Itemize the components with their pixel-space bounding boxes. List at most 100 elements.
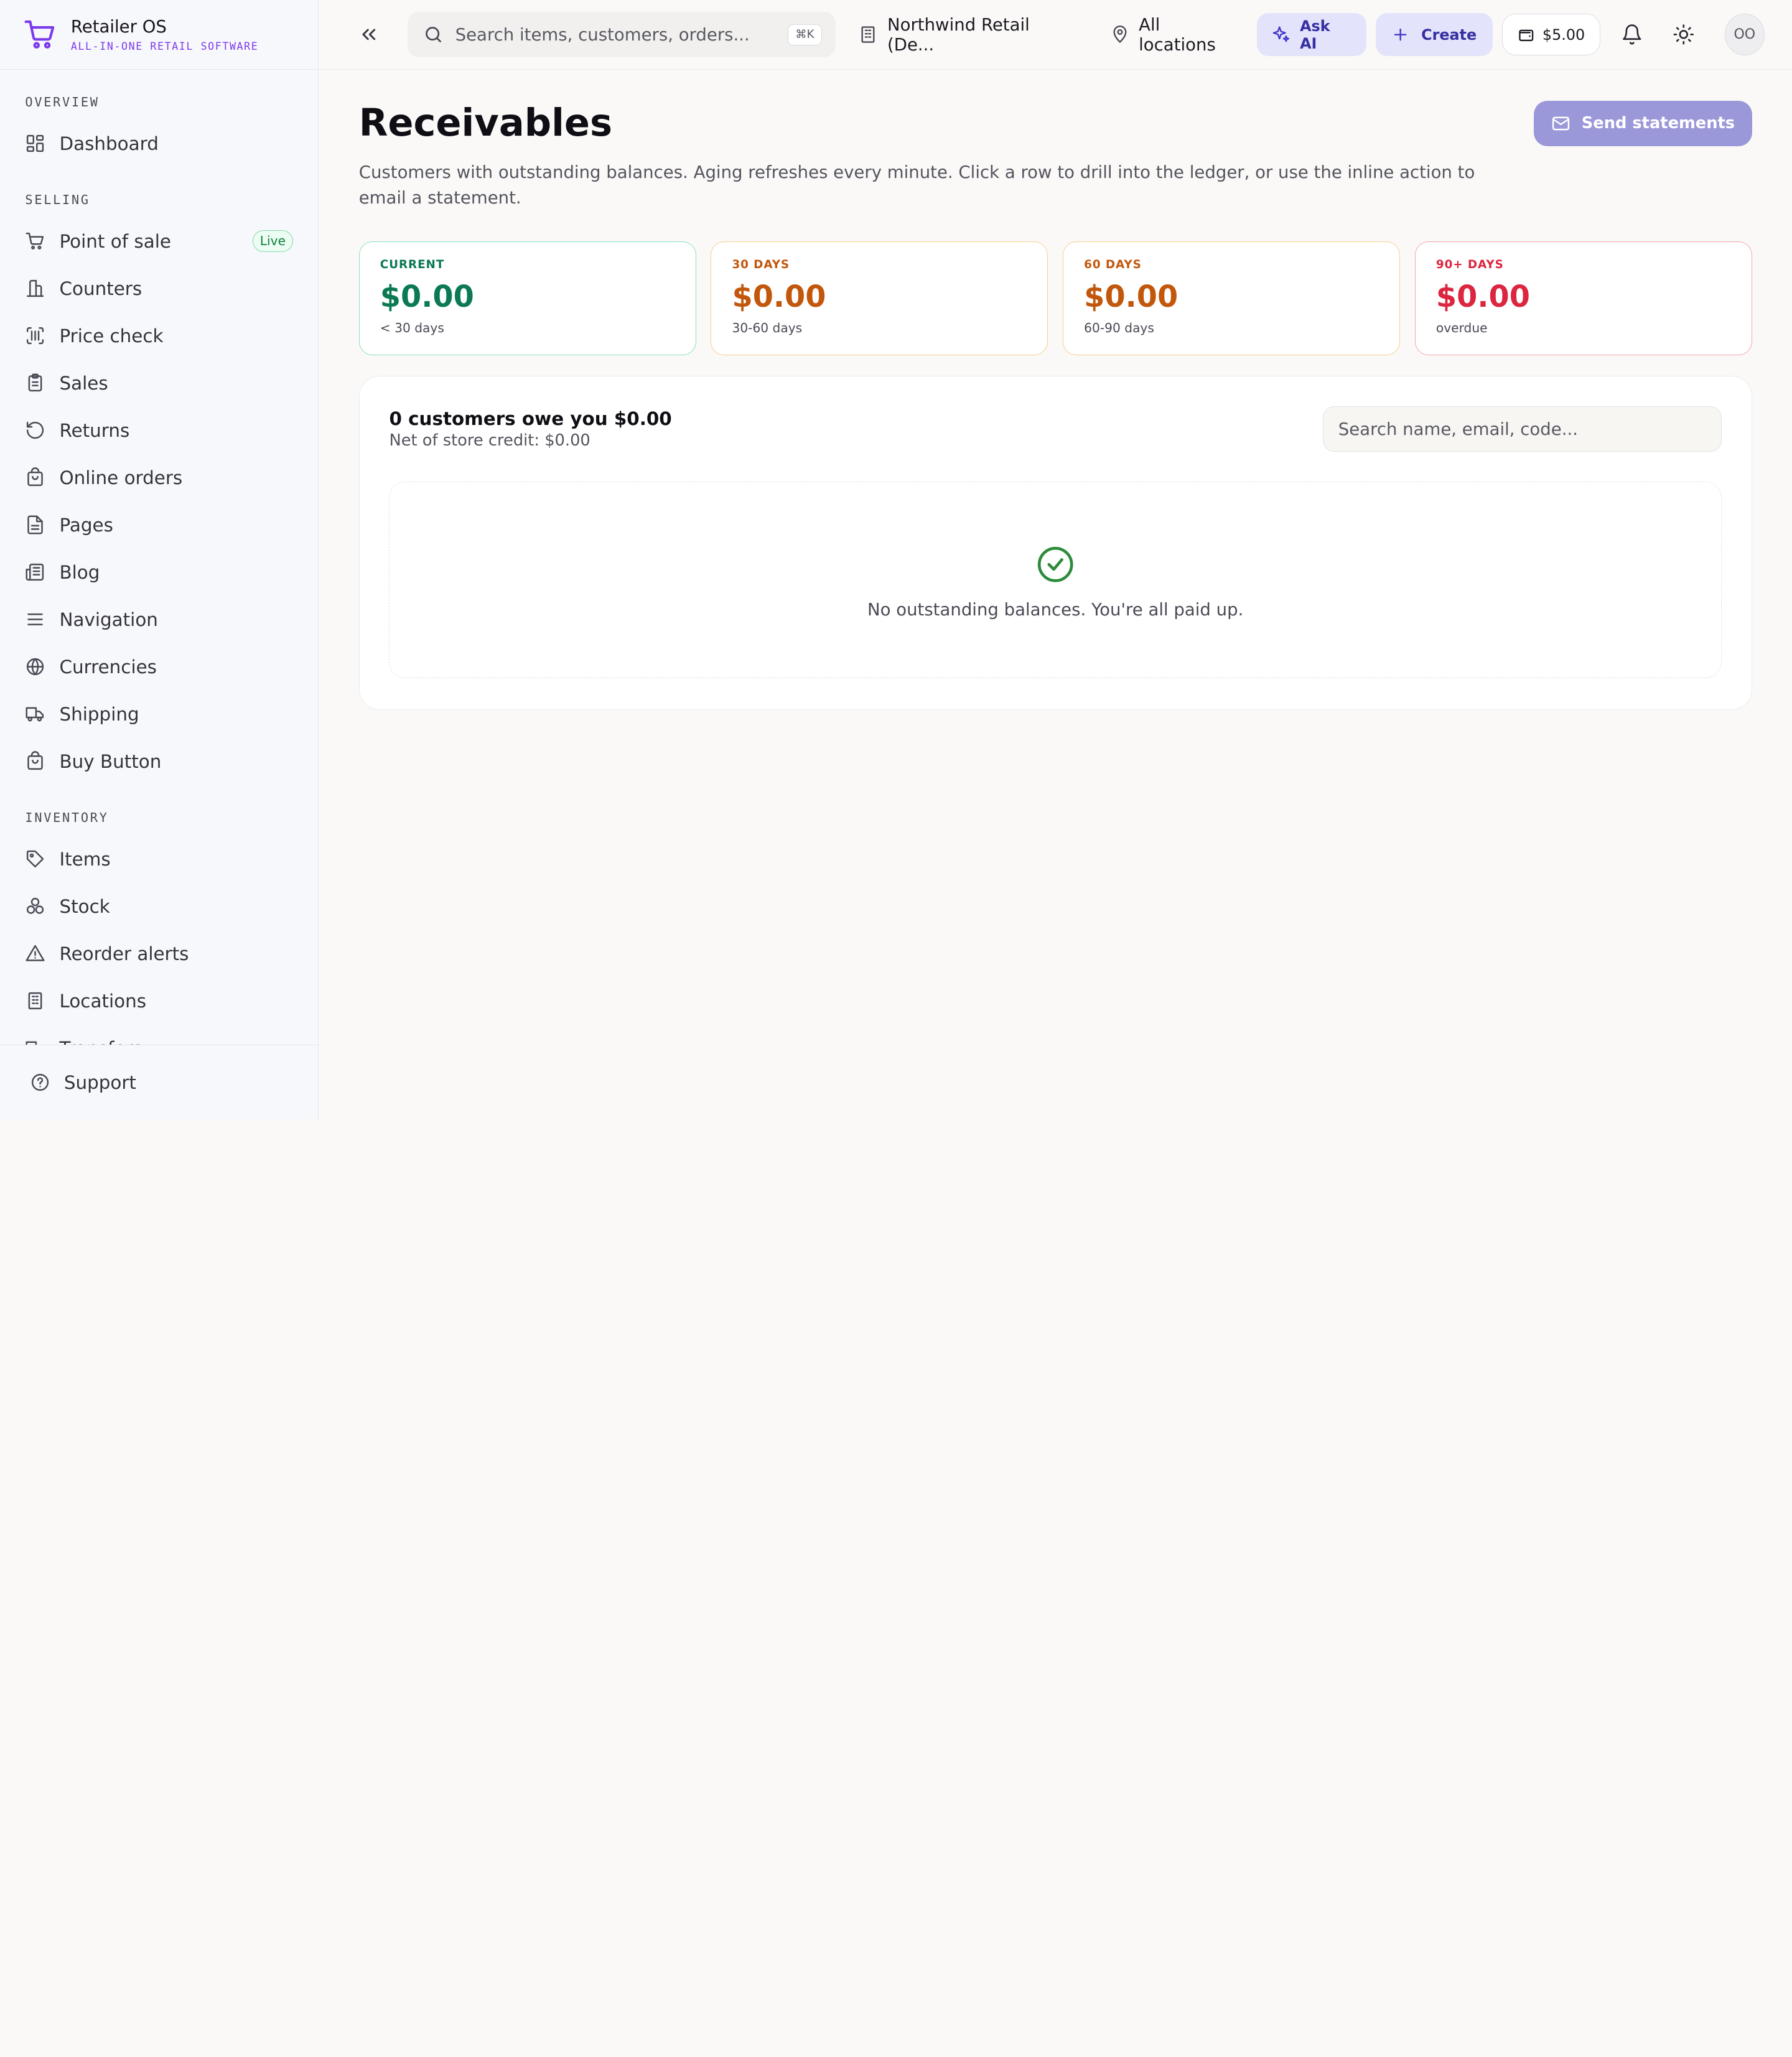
aging-card-value: $0.00 [732, 280, 826, 315]
sidebar-item-label: Shipping [59, 703, 139, 725]
aging-card-label: CURRENT [380, 258, 445, 272]
aging-card-value: $0.00 [1084, 280, 1178, 315]
receivables-page: Receivables Customers with outstanding b… [319, 70, 1792, 710]
sidebar-item-stock[interactable]: Stock [0, 883, 318, 930]
sidebar-item-label: Stock [59, 895, 110, 917]
check-circle-icon [1037, 546, 1073, 582]
aging-card-sub: overdue [1435, 320, 1488, 336]
sidebar-item-label: Point of sale [59, 230, 171, 252]
brand[interactable]: Retailer OS ALL-IN-ONE RETAIL SOFTWARE [0, 0, 319, 70]
send-statements-label: Send statements [1581, 114, 1735, 133]
bell-icon[interactable] [1621, 23, 1643, 46]
sidebar-item-transfers[interactable]: Transfers [0, 1025, 318, 1045]
aging-card-label: 60 DAYS [1084, 258, 1142, 272]
nav-section-selling: SELLING [25, 192, 90, 208]
sidebar-item-items[interactable]: Items [0, 836, 318, 883]
sidebar-item-currencies[interactable]: Currencies [0, 643, 318, 691]
nav-section-inventory: INVENTORY [25, 810, 109, 826]
wallet-balance-button[interactable]: $5.00 [1501, 14, 1601, 55]
org-switcher[interactable]: Northwind Retail (De... [858, 15, 1075, 55]
plus-icon [1394, 28, 1407, 41]
sidebar-item-sales[interactable]: Sales [0, 360, 318, 407]
global-search[interactable]: ⌘K [407, 11, 836, 58]
sidebar-item-label: Price check [59, 325, 164, 347]
customer-search-input[interactable] [1322, 406, 1722, 452]
sidebar-support[interactable]: Support [0, 1044, 319, 1120]
sidebar-nav[interactable]: OVERVIEW Dashboard SELLING Point of sale… [0, 70, 318, 1045]
sidebar-item-pages[interactable]: Pages [0, 501, 318, 549]
sidebar-item-buy-button[interactable]: Buy Button [0, 738, 318, 785]
sidebar-item-label: Items [59, 848, 111, 870]
location-switcher[interactable]: All locations [1110, 15, 1239, 55]
aging-card-90-plus-days[interactable]: 90+ DAYS $0.00 overdue [1414, 241, 1752, 356]
customers-panel: 0 customers owe you $0.00 Net of store c… [358, 376, 1752, 710]
nav-section-overview: OVERVIEW [25, 95, 100, 110]
mail-icon [1552, 116, 1570, 131]
search-icon [426, 27, 442, 42]
send-statements-button[interactable]: Send statements [1533, 100, 1752, 147]
sidebar-item-label: Sales [59, 372, 108, 394]
truck-icon [25, 1038, 45, 1045]
sidebar-item-online-orders[interactable]: Online orders [0, 454, 318, 501]
sidebar-item-label: Counters [59, 278, 142, 299]
cart-icon [25, 231, 45, 251]
sidebar-item-label: Currencies [59, 656, 157, 678]
newspaper-icon [25, 562, 45, 582]
aging-card-60-days[interactable]: 60 DAYS $0.00 60-90 days [1063, 241, 1400, 356]
sidebar-item-price-check[interactable]: Price check [0, 312, 318, 360]
sidebar-item-label: Online orders [59, 467, 183, 488]
bag-icon [25, 751, 45, 772]
aging-card-label: 30 DAYS [732, 258, 790, 272]
sidebar-item-blog[interactable]: Blog [0, 549, 318, 596]
sidebar-item-returns[interactable]: Returns [0, 407, 318, 454]
collapse-sidebar-icon[interactable] [358, 23, 380, 46]
sidebar-item-label: Blog [59, 561, 100, 583]
sidebar-item-dashboard[interactable]: Dashboard [0, 120, 318, 167]
avatar[interactable]: OO [1724, 14, 1765, 55]
app-root: Retailer OS ALL-IN-ONE RETAIL SOFTWARE O… [0, 0, 1792, 1120]
sidebar-item-counters[interactable]: Counters [0, 265, 318, 312]
aging-card-current[interactable]: CURRENT $0.00 < 30 days [358, 241, 696, 356]
create-label: Create [1421, 26, 1477, 44]
org-name: Northwind Retail (De... [887, 14, 1030, 55]
customers-owe-title: 0 customers owe you $0.00 [389, 408, 672, 429]
global-search-input[interactable] [455, 24, 788, 45]
ask-ai-label: Ask AI [1300, 17, 1330, 52]
sidebar-item-label: Locations [59, 990, 147, 1012]
cart-logo-icon [24, 20, 54, 49]
empty-state-message: No outstanding balances. You're all paid… [867, 599, 1244, 620]
store-credit-note: Net of store credit: $0.00 [389, 431, 590, 450]
create-button[interactable]: Create [1375, 12, 1493, 57]
map-pin-icon [1113, 26, 1127, 44]
sidebar-item-navigation[interactable]: Navigation [0, 596, 318, 643]
sidebar-item-label: Transfers [59, 1038, 293, 1045]
aging-card-value: $0.00 [380, 280, 474, 315]
tag-icon [25, 849, 45, 869]
theme-sun-icon[interactable] [1673, 23, 1695, 46]
help-icon [31, 1074, 49, 1091]
sidebar-item-point-of-sale[interactable]: Point of sale Live [0, 218, 318, 265]
sidebar-item-locations[interactable]: Locations [0, 977, 318, 1025]
aging-card-label: 90+ DAYS [1435, 258, 1504, 272]
aging-cards: CURRENT $0.00 < 30 days 30 DAYS $0.00 30… [358, 241, 1752, 356]
boxes-icon [25, 896, 45, 917]
returns-icon [25, 420, 45, 441]
ask-ai-button[interactable]: Ask AI [1257, 12, 1366, 57]
live-badge: Live [252, 230, 294, 253]
wallet-icon [1518, 29, 1533, 41]
menu-icon [25, 609, 45, 630]
aging-card-value: $0.00 [1435, 280, 1530, 315]
sidebar-item-shipping[interactable]: Shipping [0, 691, 318, 738]
page-description: Customers with outstanding balances. Agi… [358, 162, 1475, 208]
barcode-icon [25, 325, 45, 346]
aging-card-sub: 60-90 days [1084, 320, 1154, 336]
sidebar-item-reorder-alerts[interactable]: Reorder alerts [0, 930, 318, 977]
wallet-amount: $5.00 [1542, 26, 1585, 44]
sidebar: Retailer OS ALL-IN-ONE RETAIL SOFTWARE O… [0, 0, 319, 1120]
aging-card-30-days[interactable]: 30 DAYS $0.00 30-60 days [711, 241, 1048, 356]
dashboard-icon [25, 133, 45, 154]
sidebar-item-label: Reorder alerts [59, 943, 189, 964]
page-title: Receivables [358, 101, 613, 145]
location-name: All locations [1139, 14, 1216, 55]
brand-tagline: ALL-IN-ONE RETAIL SOFTWARE [70, 40, 259, 53]
